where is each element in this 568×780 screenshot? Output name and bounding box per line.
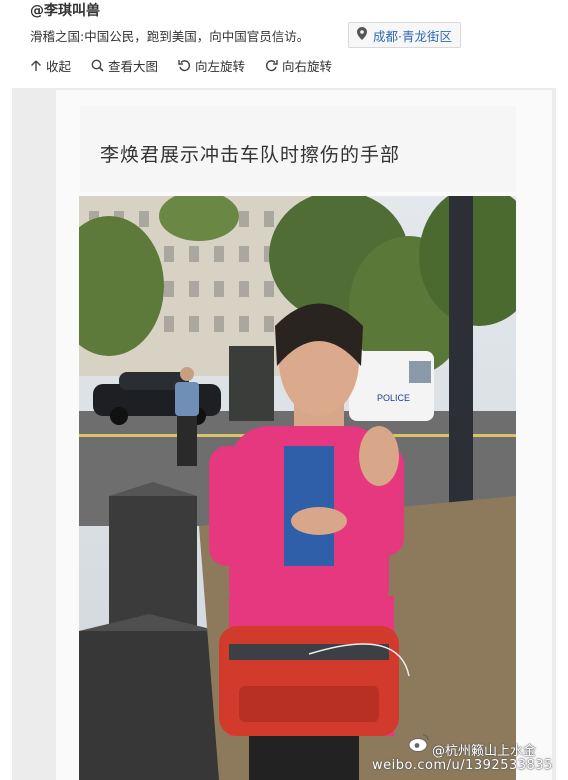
- arrow-up-icon: [30, 60, 42, 72]
- map-pin-icon: [357, 27, 367, 43]
- attached-photo[interactable]: POLICE: [79, 196, 516, 780]
- post-text: 滑稽之国:中国公民，跑到美国，向中国官员信访。: [30, 29, 310, 44]
- van-sign-text: POLICE: [377, 393, 410, 403]
- post-header: @李琪叫兽 滑稽之国:中国公民，跑到美国，向中国官员信访。 成都·青龙街区 收起…: [0, 0, 568, 90]
- post-username[interactable]: @李琪叫兽: [30, 0, 100, 20]
- location-label: 成都·青龙街区: [373, 28, 452, 44]
- collapse-button[interactable]: 收起: [30, 56, 71, 75]
- rotate-right-label: 向右旋转: [282, 59, 333, 74]
- photo-illustration: POLICE: [79, 196, 516, 780]
- view-large-label: 查看大图: [108, 59, 159, 74]
- lamp-pole: [449, 196, 473, 506]
- location-tag[interactable]: 成都·青龙街区: [348, 22, 461, 48]
- weibo-logo-icon: [408, 733, 430, 757]
- rotate-right-icon: [265, 59, 278, 72]
- view-large-button[interactable]: 查看大图: [91, 56, 158, 75]
- watermark-url: weibo.com/u/1392533835: [372, 758, 553, 773]
- search-icon: [91, 59, 104, 72]
- collapse-label: 收起: [46, 59, 72, 74]
- red-waist-bag: [219, 626, 410, 736]
- rotate-left-label: 向左旋转: [195, 59, 246, 74]
- rotate-right-button[interactable]: 向右旋转: [265, 56, 332, 75]
- rotate-left-icon: [178, 59, 191, 72]
- watermark-handle: @杭州籁山上水金: [432, 744, 537, 759]
- rotate-left-button[interactable]: 向左旋转: [178, 56, 245, 75]
- image-caption: 李焕君展示冲击车队时擦伤的手部: [100, 144, 401, 166]
- image-toolbar: 收起 查看大图 向左旋转 向右旋转: [30, 56, 332, 75]
